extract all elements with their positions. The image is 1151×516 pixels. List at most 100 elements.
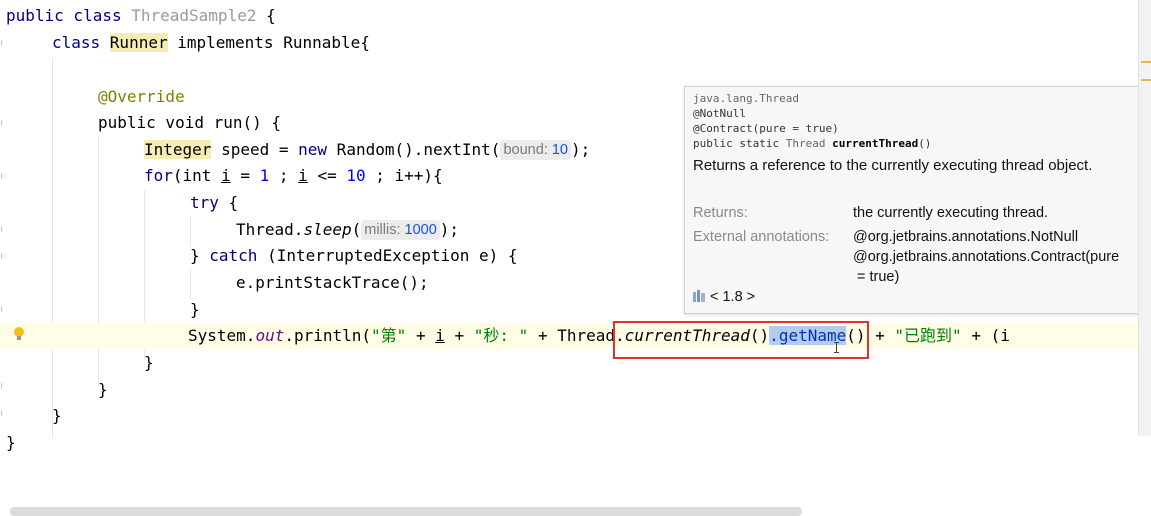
code-text: + (i bbox=[961, 326, 1010, 345]
parameter-hint-value: 10 bbox=[551, 142, 568, 158]
code-class-name: ThreadSample2 bbox=[131, 6, 257, 25]
code-line-catch[interactable]: } catch (InterruptedException e) { bbox=[190, 243, 518, 269]
code-string: "第" bbox=[371, 326, 407, 345]
code-keyword: catch bbox=[209, 246, 258, 265]
doc-modifiers: public static bbox=[693, 137, 786, 150]
code-text: + bbox=[528, 326, 558, 345]
code-line-close-brace[interactable]: } bbox=[98, 377, 108, 403]
code-text: i++){ bbox=[394, 166, 443, 185]
doc-method-name: currentThread bbox=[832, 137, 919, 150]
doc-params: () bbox=[918, 137, 932, 150]
code-line-for-loop[interactable]: for(int i = 1 ; i <= 10 ; i++){ bbox=[144, 163, 443, 189]
code-line-close-brace[interactable]: } bbox=[190, 297, 200, 323]
code-string: "秒: " bbox=[473, 326, 529, 345]
doc-jdk-version[interactable]: < 1.8 > bbox=[710, 289, 755, 305]
code-line-class-declaration[interactable]: public class ThreadSample2 { bbox=[6, 3, 276, 29]
error-stripe-bar[interactable] bbox=[1138, 0, 1151, 436]
code-class-name-highlighted: Runner bbox=[109, 33, 168, 52]
doc-returns-value: the currently executing thread. bbox=[853, 205, 1049, 221]
doc-jdk-selector[interactable]: < 1.8 > bbox=[693, 289, 755, 305]
code-text: public void run() { bbox=[98, 113, 282, 132]
code-line-override[interactable]: @Override bbox=[98, 84, 185, 110]
parameter-hint-name: millis: bbox=[364, 222, 401, 238]
code-line-close-brace[interactable]: } bbox=[52, 403, 62, 429]
quick-documentation-popup[interactable]: java.lang.Thread @NotNull @Contract(pure… bbox=[684, 86, 1151, 314]
code-keyword: for bbox=[144, 166, 173, 185]
code-text: = bbox=[230, 166, 260, 185]
code-text: + bbox=[406, 326, 436, 345]
doc-annotation: @NotNull bbox=[693, 107, 746, 120]
doc-returns-label: Returns: bbox=[693, 205, 748, 221]
code-text: } bbox=[190, 300, 200, 319]
code-line-println[interactable]: System.out.println("第" + i + "秒: " + Thr… bbox=[0, 323, 1151, 349]
indent-guide bbox=[52, 58, 53, 438]
code-text: ; bbox=[365, 166, 395, 185]
code-text: ( bbox=[351, 220, 362, 239]
code-line-run-method[interactable]: public void run() { bbox=[98, 110, 281, 136]
code-keyword: new bbox=[298, 140, 328, 159]
doc-external-annotation: @org.jetbrains.annotations.NotNull bbox=[853, 229, 1079, 245]
code-text: System. bbox=[188, 326, 256, 345]
code-text: } bbox=[98, 380, 108, 399]
doc-annotation: @Contract(pure = true) bbox=[693, 122, 839, 135]
code-text: speed = bbox=[211, 140, 299, 159]
code-annotation: @Override bbox=[98, 87, 185, 106]
text-cursor-icon bbox=[834, 342, 839, 353]
code-text: .println( bbox=[284, 326, 372, 345]
library-icon bbox=[693, 290, 705, 302]
error-stripe-mark[interactable] bbox=[1141, 79, 1151, 81]
code-line-print-stack-trace[interactable]: e.printStackTrace(); bbox=[236, 270, 429, 296]
code-keyword: class bbox=[52, 33, 110, 52]
code-text: } bbox=[190, 246, 210, 265]
indent-guide bbox=[190, 270, 191, 300]
code-line-close-brace[interactable]: } bbox=[144, 350, 154, 376]
lightbulb-icon[interactable] bbox=[13, 326, 25, 342]
code-number: 10 bbox=[346, 166, 366, 185]
doc-signature: java.lang.Thread @NotNull @Contract(pure… bbox=[693, 91, 931, 151]
code-variable: i bbox=[435, 326, 445, 345]
code-keyword: try bbox=[190, 193, 219, 212]
code-text: } bbox=[6, 433, 16, 452]
code-text: (InterruptedException e) { bbox=[257, 246, 518, 265]
code-text: ; bbox=[269, 166, 299, 185]
code-variable: i bbox=[298, 166, 308, 185]
highlight-box bbox=[613, 321, 869, 359]
code-line-runner-class[interactable]: class Runner implements Runnable{ bbox=[52, 30, 370, 56]
parameter-hint-value: 1000 bbox=[404, 222, 437, 238]
code-text: e.printStackTrace(); bbox=[236, 273, 429, 292]
code-number: 1 bbox=[259, 166, 270, 185]
code-static-field: out bbox=[255, 326, 285, 345]
code-text: + bbox=[444, 326, 474, 345]
error-stripe-mark[interactable] bbox=[1141, 61, 1151, 63]
code-variable: i bbox=[221, 166, 231, 185]
code-text: } bbox=[144, 353, 154, 372]
parameter-hint-name: bound: bbox=[503, 142, 548, 158]
code-text: Thread. bbox=[236, 220, 304, 239]
parameter-hint: millis: 1000 bbox=[361, 220, 440, 240]
code-line-try[interactable]: try { bbox=[190, 190, 238, 216]
doc-external-annotation: = true) bbox=[857, 269, 900, 285]
code-line-sleep[interactable]: Thread.sleep(millis: 1000); bbox=[236, 217, 459, 243]
code-text: implements Runnable{ bbox=[167, 33, 370, 52]
code-line-speed[interactable]: Integer speed = new Random().nextInt(bou… bbox=[144, 137, 590, 163]
code-static-method: sleep bbox=[303, 220, 352, 239]
code-line-close-brace[interactable]: } bbox=[6, 430, 16, 456]
doc-external-annotations-label: External annotations: bbox=[693, 229, 830, 245]
code-keyword: public class bbox=[6, 6, 132, 25]
code-type-highlighted: Integer bbox=[144, 140, 212, 159]
code-text: ); bbox=[439, 220, 460, 239]
code-text: Random().nextInt( bbox=[327, 140, 501, 159]
code-text: (int bbox=[172, 166, 222, 185]
doc-external-annotation: @org.jetbrains.annotations.Contract(pure bbox=[853, 249, 1120, 265]
code-editor[interactable]: public class ThreadSample2 { class Runne… bbox=[0, 0, 1151, 516]
horizontal-scrollbar[interactable] bbox=[10, 507, 802, 516]
code-text: { bbox=[218, 193, 239, 212]
code-text: { bbox=[256, 6, 276, 25]
code-text: ); bbox=[570, 140, 591, 159]
code-text: } bbox=[52, 406, 62, 425]
code-text: <= bbox=[307, 166, 347, 185]
doc-package: java.lang.Thread bbox=[693, 92, 799, 105]
indent-guide bbox=[190, 216, 191, 246]
doc-return-type[interactable]: Thread bbox=[786, 137, 826, 150]
parameter-hint: bound: 10 bbox=[500, 140, 571, 160]
